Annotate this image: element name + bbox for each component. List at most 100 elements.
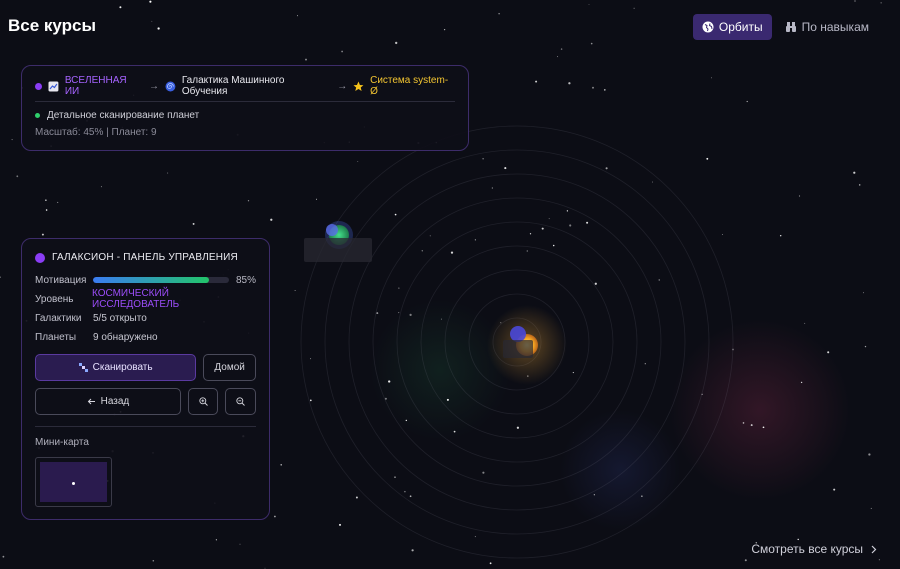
motivation-label: Мотивация	[35, 274, 87, 286]
minimap-position-marker	[72, 482, 75, 485]
star	[797, 538, 799, 541]
zoom-out-button[interactable]	[225, 388, 257, 415]
star	[474, 536, 476, 538]
minimap[interactable]	[35, 457, 112, 507]
star	[541, 227, 544, 230]
motivation-progress-fill	[92, 277, 209, 283]
arrow-left-icon	[87, 398, 95, 405]
scan-button-label: Сканировать	[92, 362, 153, 373]
planets-value: 9 обнаружено	[93, 331, 158, 343]
primary-actions: Сканировать Домой	[35, 354, 256, 381]
star	[398, 287, 400, 289]
star	[100, 186, 102, 188]
star	[45, 199, 47, 201]
page-title: Все курсы	[8, 16, 97, 35]
star	[603, 89, 606, 91]
star	[339, 523, 341, 526]
star	[376, 312, 379, 315]
star	[710, 77, 713, 79]
star	[644, 363, 646, 365]
star	[853, 171, 856, 174]
star	[57, 201, 59, 203]
scan-status: Детальное сканирование планет	[35, 110, 455, 121]
see-all-courses-link[interactable]: Смотреть все курсы	[751, 542, 878, 556]
chevron-right-icon	[871, 545, 877, 553]
star	[868, 453, 871, 456]
level-label: Уровень	[35, 293, 74, 305]
star	[411, 549, 414, 552]
galaxion-ship-icon[interactable]	[510, 326, 526, 342]
motivation-percent: 85%	[235, 274, 256, 286]
star	[658, 279, 660, 281]
zoom-in-button[interactable]	[187, 388, 219, 415]
star	[394, 213, 397, 216]
tab-skills-label: По навыкам	[801, 20, 869, 34]
level-row: Уровень КОСМИЧЕСКИЙ ИССЛЕДОВАТЕЛЬ	[35, 288, 256, 310]
back-button[interactable]: Назад	[35, 388, 181, 415]
star	[11, 139, 13, 141]
star	[305, 58, 307, 61]
tab-skills[interactable]: По навыкам	[776, 14, 878, 40]
star	[548, 218, 550, 220]
see-all-label: Смотреть все курсы	[751, 542, 863, 556]
breadcrumb-arrow: →	[337, 80, 348, 92]
star	[491, 187, 493, 189]
control-panel-header: ГАЛАКСИОН - ПАНЕЛЬ УПРАВЛЕНИЯ	[35, 252, 256, 263]
nebula-cloud	[560, 410, 680, 530]
galaxies-row: Галактики 5/5 открыто	[35, 312, 256, 324]
scale-info: Масштаб: 45% | Планет: 9	[35, 127, 157, 138]
chart-icon	[48, 81, 59, 91]
star	[274, 515, 276, 518]
nebula-cloud	[370, 300, 510, 440]
star	[721, 234, 723, 235]
star	[446, 398, 449, 401]
star	[516, 426, 520, 429]
galaxies-label: Галактики	[35, 312, 82, 324]
planet-moon	[326, 224, 338, 236]
level-value: КОСМИЧЕСКИЙ ИССЛЕДОВАТЕЛЬ	[92, 288, 180, 310]
control-panel: ГАЛАКСИОН - ПАНЕЛЬ УПРАВЛЕНИЯ Мотивация …	[21, 238, 270, 520]
star	[309, 399, 312, 402]
star	[280, 464, 282, 466]
star	[453, 430, 456, 433]
breadcrumb-system[interactable]: Система system-Ø	[370, 75, 455, 97]
star	[394, 476, 396, 478]
star	[404, 490, 406, 493]
star	[482, 158, 484, 160]
galaxies-value: 5/5 открыто	[93, 312, 147, 324]
breadcrumb: ВСЕЛЕННАЯ ИИ → Галактика Машинного Обуче…	[35, 75, 455, 97]
star	[746, 100, 748, 103]
navigation-panel: ВСЕЛЕННАЯ ИИ → Галактика Машинного Обуче…	[21, 65, 469, 151]
star	[341, 50, 343, 53]
spiral-galaxy-icon	[165, 81, 176, 91]
star	[569, 224, 572, 227]
star	[641, 495, 643, 497]
star	[421, 250, 423, 252]
home-button[interactable]: Домой	[203, 354, 256, 381]
tab-orbits-label: Орбиты	[718, 20, 763, 34]
star	[526, 250, 528, 252]
star	[833, 488, 836, 491]
star	[409, 495, 412, 498]
star	[310, 358, 312, 360]
breadcrumb-galaxy[interactable]: Галактика Машинного Обучения	[182, 75, 331, 97]
sun-label-box	[503, 340, 533, 358]
tab-orbits[interactable]: Орбиты	[692, 14, 772, 40]
star	[157, 27, 160, 30]
star	[482, 471, 485, 474]
star	[633, 7, 635, 9]
breadcrumb-arrow: →	[148, 80, 159, 92]
star	[651, 181, 653, 183]
star	[429, 235, 431, 237]
breadcrumb-universe[interactable]: ВСЕЛЕННАЯ ИИ	[65, 75, 143, 97]
status-dot	[35, 82, 42, 90]
star	[594, 282, 597, 285]
divider	[35, 101, 455, 102]
star	[45, 209, 48, 211]
star	[474, 239, 476, 241]
star	[798, 195, 801, 197]
scan-button[interactable]: Сканировать	[35, 354, 197, 381]
star	[750, 424, 753, 427]
star	[557, 56, 559, 58]
star	[443, 28, 446, 31]
